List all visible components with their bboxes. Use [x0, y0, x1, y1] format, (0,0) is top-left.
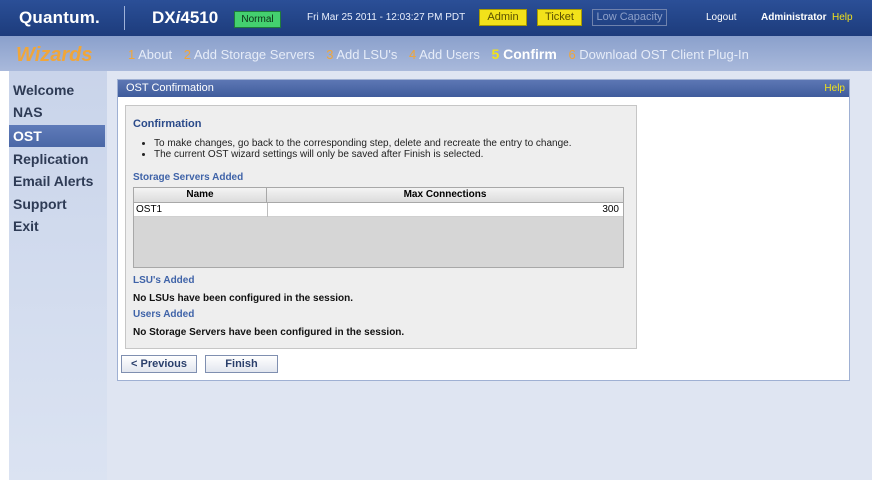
sidebar: Welcome NAS OST Replication Email Alerts… [9, 71, 107, 480]
sidebar-item-replication[interactable]: Replication [9, 148, 105, 170]
wizard-step-about[interactable]: 1 About [128, 47, 172, 62]
sidebar-item-exit[interactable]: Exit [9, 215, 105, 237]
ost-confirmation-panel: OST Confirmation Help Confirmation To ma… [117, 79, 850, 381]
sidebar-item-nas[interactable]: NAS [9, 101, 105, 123]
admin-alert-button[interactable]: Admin [479, 9, 527, 26]
cell-name: OST1 [136, 204, 163, 215]
table-row[interactable]: OST1 300 [134, 203, 623, 217]
sidebar-item-support[interactable]: Support [9, 193, 105, 215]
confirmation-box: Confirmation To make changes, go back to… [125, 105, 637, 349]
users-added-title: Users Added [133, 309, 195, 320]
confirmation-title: Confirmation [133, 118, 202, 130]
previous-button[interactable]: < Previous [121, 355, 197, 373]
wizard-bar: Wizards 1 About 2 Add Storage Servers 3 … [0, 36, 872, 71]
sidebar-item-email-alerts[interactable]: Email Alerts [9, 170, 105, 192]
panel-title: OST Confirmation [126, 82, 214, 94]
storage-servers-title: Storage Servers Added [133, 172, 244, 183]
wizard-step-confirm[interactable]: 5 Confirm [491, 46, 556, 62]
users-added-text: No Storage Servers have been configured … [133, 327, 405, 338]
wizard-step-add-storage-servers[interactable]: 2 Add Storage Servers [184, 47, 315, 62]
confirmation-note: The current OST wizard settings will onl… [154, 149, 572, 160]
current-user: Administrator [761, 12, 827, 23]
wizard-step-add-lsus[interactable]: 3 Add LSU's [326, 47, 397, 62]
quantum-logo: Quantum. [19, 8, 100, 27]
panel-help-link[interactable]: Help [824, 80, 845, 97]
sidebar-item-welcome[interactable]: Welcome [9, 79, 105, 101]
system-datetime: Fri Mar 25 2011 - 12:03:27 PM PDT [307, 12, 466, 23]
help-link[interactable]: Help [832, 12, 853, 23]
ticket-alert-button[interactable]: Ticket [537, 9, 582, 26]
wizard-steps: 1 About 2 Add Storage Servers 3 Add LSU'… [128, 46, 757, 62]
table-header: Name Max Connections [134, 188, 623, 203]
lsus-added-title: LSU's Added [133, 275, 195, 286]
finish-button[interactable]: Finish [205, 355, 278, 373]
column-header-max-connections[interactable]: Max Connections [267, 188, 623, 202]
confirmation-notes: To make changes, go back to the correspo… [148, 138, 572, 160]
panel-header: OST Confirmation Help [118, 80, 849, 97]
header-divider [124, 6, 125, 30]
system-status-badge[interactable]: Normal [234, 11, 281, 28]
confirmation-note: To make changes, go back to the correspo… [154, 138, 572, 149]
wizards-title: Wizards [16, 44, 93, 66]
wizard-step-add-users[interactable]: 4 Add Users [409, 47, 480, 62]
lsus-added-text: No LSUs have been configured in the sess… [133, 293, 354, 304]
top-bar: Quantum. DXi4510 Normal Fri Mar 25 2011 … [0, 0, 872, 36]
wizard-step-download-ost-client[interactable]: 6 Download OST Client Plug-In [568, 47, 748, 62]
sidebar-item-ost[interactable]: OST [9, 125, 105, 147]
cell-max-connections: 300 [602, 204, 619, 215]
storage-servers-table: Name Max Connections OST1 300 [133, 187, 624, 268]
product-name: DXi4510 [152, 8, 219, 27]
logout-link[interactable]: Logout [706, 12, 737, 23]
low-capacity-alert[interactable]: Low Capacity [592, 9, 667, 26]
column-header-name[interactable]: Name [134, 188, 267, 202]
